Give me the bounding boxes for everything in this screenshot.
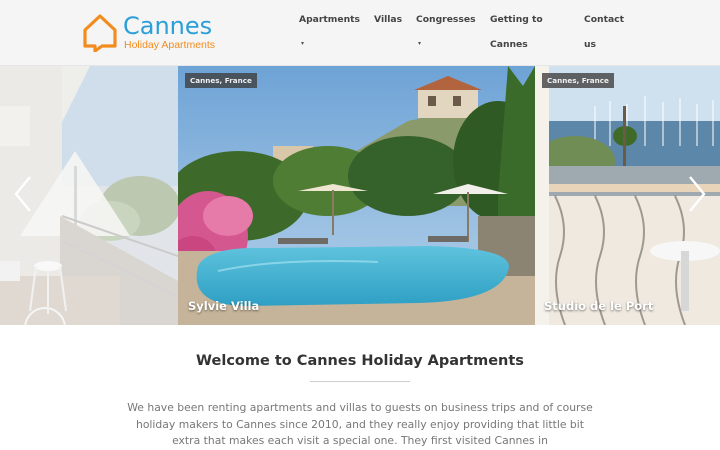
caret-down-icon[interactable]: ▾ — [301, 40, 304, 48]
brand-name: Cannes — [123, 12, 213, 40]
site-header: Cannes Holiday Apartments Apartments ▾ V… — [0, 0, 720, 66]
location-badge: Cannes, France — [542, 73, 614, 88]
slide-title[interactable]: Studio de le Port — [544, 299, 653, 313]
location-badge: Cannes, France — [185, 73, 257, 88]
nav-getting-to-cannes[interactable]: Getting to — [490, 7, 543, 32]
villa-pool-image — [178, 66, 535, 325]
nav-villas[interactable]: Villas — [374, 7, 402, 32]
slide-sylvie-villa[interactable]: Cannes, France Sylvie Villa — [178, 66, 535, 325]
nav-apartments[interactable]: Apartments — [299, 7, 360, 32]
house-icon — [83, 14, 117, 52]
chevron-left-icon[interactable] — [10, 174, 36, 214]
nav-congresses[interactable]: Congresses — [416, 7, 476, 32]
nav-contact-us-line2[interactable]: us — [584, 32, 596, 57]
nav-contact-us[interactable]: Contact — [584, 7, 624, 32]
hero-slider[interactable]: Cannes, France Sylvie Villa Cannes, Fran… — [0, 66, 720, 325]
welcome-heading: Welcome to Cannes Holiday Apartments — [196, 353, 524, 369]
site-logo[interactable]: Cannes Holiday Apartments — [82, 12, 222, 54]
caret-down-icon[interactable]: ▾ — [418, 40, 421, 48]
nav-getting-to-cannes-line2[interactable]: Cannes — [490, 32, 528, 57]
welcome-text: We have been renting apartments and vill… — [127, 401, 593, 447]
chevron-right-icon[interactable] — [684, 174, 710, 214]
slide-title[interactable]: Sylvie Villa — [188, 299, 259, 313]
divider — [310, 381, 410, 382]
brand-tagline: Holiday Apartments — [124, 39, 216, 51]
